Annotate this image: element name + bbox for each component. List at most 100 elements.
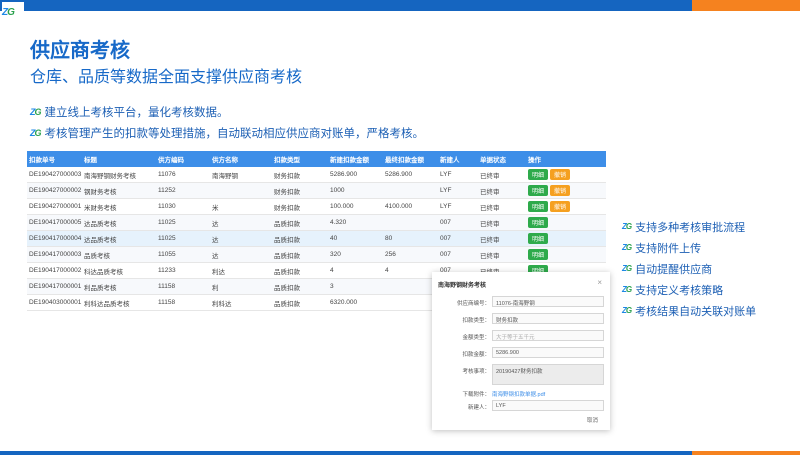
table-cell-amt1: 3 (328, 278, 383, 295)
table-cell-status: 已终审 (478, 167, 526, 183)
table-cell-actions: 明细 (526, 230, 606, 247)
column-header: 操作 (526, 151, 606, 167)
detail-button[interactable]: 明细 (528, 201, 549, 212)
table-cell-title: 钢财务考核 (82, 182, 156, 199)
dialog-field-row: 下载附件： 南海野钢扣款单据.pdf (432, 387, 610, 401)
table-cell-title: 利科达品质考核 (82, 294, 156, 311)
table-cell-type: 品质扣款 (272, 246, 328, 263)
dialog-input[interactable]: 大于等于五千元 (492, 330, 604, 341)
table-cell-no: DE190417000004 (27, 230, 82, 247)
column-header[interactable]: 扣款单号 (27, 151, 82, 167)
column-header[interactable]: 最终扣款金额 (383, 151, 438, 167)
logo-icon: ZG (622, 285, 632, 294)
feature-item: ZG 支持附件上传 (622, 237, 756, 258)
table-row[interactable]: DE190427000002 钢财务考核 11252 财务扣款 1000 LYF 已终审 明细… (27, 182, 606, 199)
feature-text: 自动提醒供应商 (635, 263, 713, 276)
table-cell-status: 已终审 (478, 214, 526, 231)
logo-icon: ZG (30, 128, 42, 138)
table-cell-amt2: 4100.000 (383, 198, 438, 215)
field-label: 新建人： (467, 405, 490, 411)
detail-button[interactable]: 明细 (528, 169, 549, 180)
table-cell-title: 达品质考核 (82, 230, 156, 247)
table-cell-type: 品质扣款 (272, 230, 328, 247)
table-cell-no: DE190427000002 (27, 182, 82, 199)
revoke-button[interactable]: 撤销 (550, 201, 571, 212)
column-header[interactable]: 新建人 (438, 151, 478, 167)
field-label: 考核事项： (462, 369, 490, 375)
detail-button[interactable]: 明细 (528, 217, 549, 228)
table-cell-no: DE190427000001 (27, 198, 82, 215)
feature-list: ZG 支持多种考核审批流程 ZG 支持附件上传 ZG 自动提醒供应商 ZG 支持定义考核… (622, 216, 756, 321)
dialog-input[interactable]: 11076-南海野钢 (492, 296, 604, 307)
dialog-field-row: 金额类型： 大于等于五千元 (432, 330, 610, 344)
dialog-input[interactable]: LYF (492, 400, 604, 411)
table-cell-actions: 明细 (526, 214, 606, 231)
logo-icon: ZG (622, 222, 632, 231)
table-cell-status: 已终审 (478, 230, 526, 247)
table-cell-no: DE190417000002 (27, 262, 82, 279)
revoke-button[interactable]: 撤销 (550, 185, 571, 196)
field-label: 扣款金额： (462, 352, 490, 358)
table-cell-code: 11025 (156, 230, 210, 247)
table-cell-amt2 (383, 182, 438, 199)
remark-textarea[interactable]: 20190427财务扣款 (492, 364, 604, 385)
feature-item: ZG 考核结果自动关联对账单 (622, 300, 756, 321)
dialog-input[interactable]: 财务扣款 (492, 313, 604, 324)
table-cell-user: 007 (438, 230, 478, 247)
table-cell-code: 11030 (156, 198, 210, 215)
column-header[interactable]: 标题 (82, 151, 156, 167)
revoke-button[interactable]: 撤销 (550, 169, 571, 180)
feature-item: ZG 自动提醒供应商 (622, 258, 756, 279)
table-cell-amt2 (383, 278, 438, 295)
table-cell-code: 11252 (156, 182, 210, 199)
cancel-button[interactable]: 取消 (587, 416, 598, 424)
column-header[interactable]: 单据状态 (478, 151, 526, 167)
feature-item: ZG 支持定义考核策略 (622, 279, 756, 300)
dialog-field-row: 扣款类型： 财务扣款 (432, 313, 610, 327)
table-cell-name: 利科达 (210, 294, 272, 311)
field-label: 下载附件： (462, 392, 490, 398)
table-cell-code: 11158 (156, 294, 210, 311)
attachment-link[interactable]: 南海野钢扣款单据.pdf (492, 390, 545, 398)
table-row[interactable]: DE190417000003 品质考核 11055 达品质扣款 320 256 007 已终审… (27, 246, 606, 263)
table-cell-amt2: 5286.900 (383, 167, 438, 183)
table-cell-amt1: 100.000 (328, 198, 383, 215)
dialog-input[interactable]: 5286.900 (492, 347, 604, 358)
table-cell-name: 米 (210, 198, 272, 215)
table-row[interactable]: DE190417000005 达品质考核 11025 达品质扣款 4.320 007 已终审… (27, 214, 606, 231)
feature-item: ZG 支持多种考核审批流程 (622, 216, 756, 237)
feature-text: 支持附件上传 (635, 242, 702, 255)
column-header[interactable]: 供方编码 (156, 151, 210, 167)
table-cell-no: DE190417000001 (27, 278, 82, 295)
column-header[interactable]: 扣款类型 (272, 151, 328, 167)
table-cell-amt2 (383, 214, 438, 231)
column-header[interactable]: 新建扣款金额 (328, 151, 383, 167)
table-cell-status: 已终审 (478, 182, 526, 199)
table-cell-title: 米财务考核 (82, 198, 156, 215)
slide-subtitle: 仓库、品质等数据全面支撑供应商考核 (30, 69, 303, 86)
table-cell-code: 11025 (156, 214, 210, 231)
table-cell-type: 财务扣款 (272, 182, 328, 199)
detail-button[interactable]: 明细 (528, 249, 549, 260)
dialog-title: 南海野钢财务考核 (438, 283, 487, 289)
table-cell-name (210, 182, 272, 199)
table-cell-code: 11233 (156, 262, 210, 279)
table-cell-user: LYF (438, 182, 478, 199)
table-row[interactable]: DE190427000003 南海野钢财务考核 11076 南海野钢 财务扣款 5286.… (27, 167, 606, 183)
bottom-bar-orange (692, 451, 800, 455)
column-header[interactable]: 供方名称 (210, 151, 272, 167)
table-cell-name: 达 (210, 246, 272, 263)
table-cell-title: 科达品质考核 (82, 262, 156, 279)
corner-logo: ZG (2, 2, 24, 18)
detail-button[interactable]: 明细 (528, 185, 549, 196)
detail-button[interactable]: 明细 (528, 233, 549, 244)
table-row[interactable]: DE190427000001 米财务考核 11030 米财务扣款 100.000 4100… (27, 198, 606, 215)
table-row[interactable]: DE190417000004 达品质考核 11025 达品质扣款 40 80 007 已终审明… (27, 230, 606, 247)
table-cell-name: 达 (210, 214, 272, 231)
table-cell-code: 11055 (156, 246, 210, 263)
close-icon[interactable]: × (597, 278, 602, 287)
table-header-row: 扣款单号 标题 供方编码 供方名称 扣款类型 新建扣款金额 最终扣款金额 新建人… (27, 151, 606, 167)
dialog-field-row: 新建人： LYF (432, 400, 610, 414)
table-cell-title: 利品质考核 (82, 278, 156, 295)
table-cell-user: LYF (438, 167, 478, 183)
